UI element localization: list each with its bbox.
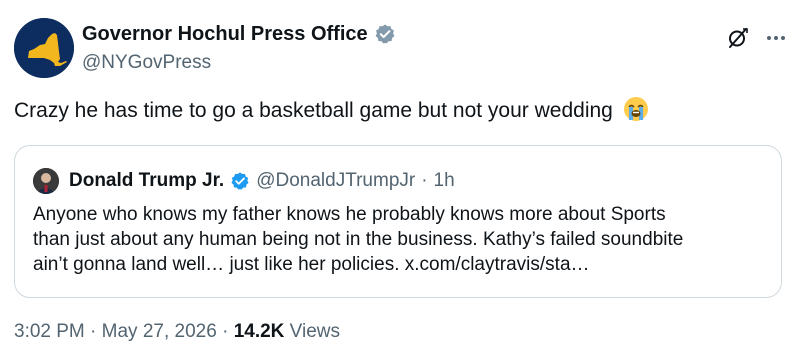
tweet-meta: 3:02 PM · May 27, 2026 · 14.2K Views	[14, 320, 340, 344]
verified-badge-gray-icon[interactable]	[374, 23, 396, 45]
quoted-text-line: Anyone who knows my father knows he prob…	[33, 204, 666, 225]
author-handle[interactable]: @NYGovPress	[82, 52, 211, 74]
views-count[interactable]: 14.2K	[234, 321, 285, 342]
quoted-tweet-text: Anyone who knows my father knows he prob…	[33, 202, 773, 277]
views-label: Views	[289, 321, 341, 342]
new-york-state-map-icon	[14, 18, 74, 78]
tweet-date[interactable]: May 27, 2026	[102, 321, 217, 342]
avatar-photo-icon	[33, 168, 59, 194]
more-dot	[781, 36, 785, 40]
quoted-author-handle[interactable]: @DonaldJTrumpJr	[256, 170, 415, 192]
quoted-text-line: ain’t gonna land well… just like her pol…	[33, 254, 590, 275]
tweet-header: Governor Hochul Press Office @NYGovPress	[14, 16, 786, 78]
more-dot	[767, 36, 771, 40]
verified-badge-blue-icon[interactable]	[230, 171, 250, 191]
author-name[interactable]: Governor Hochul Press Office	[82, 22, 368, 46]
more-icon[interactable]	[766, 28, 786, 48]
quoted-text-line: than just about any human being not in t…	[33, 229, 684, 250]
quoted-timestamp[interactable]: 1h	[434, 170, 455, 192]
tweet-actions	[726, 26, 786, 50]
author-avatar[interactable]	[14, 18, 74, 78]
quoted-tweet-header: Donald Trump Jr. @DonaldJTrumpJr · 1h	[33, 168, 455, 194]
tweet-time[interactable]: 3:02 PM	[14, 321, 85, 342]
grok-icon[interactable]	[726, 26, 750, 50]
author-name-row: Governor Hochul Press Office	[82, 22, 396, 46]
quoted-author-name[interactable]: Donald Trump Jr.	[69, 170, 224, 192]
meta-separator: ·	[222, 321, 229, 342]
meta-separator: ·	[90, 321, 97, 342]
quoted-separator: ·	[421, 170, 428, 191]
tweet-text: Crazy he has time to go a basketball gam…	[14, 96, 649, 125]
quoted-author-avatar[interactable]	[33, 168, 59, 194]
quoted-tweet[interactable]: Donald Trump Jr. @DonaldJTrumpJr · 1h An…	[14, 145, 782, 298]
loudly-crying-face-emoji	[623, 97, 648, 121]
tweet-text-content: Crazy he has time to go a basketball gam…	[14, 99, 613, 122]
more-dot	[774, 36, 778, 40]
